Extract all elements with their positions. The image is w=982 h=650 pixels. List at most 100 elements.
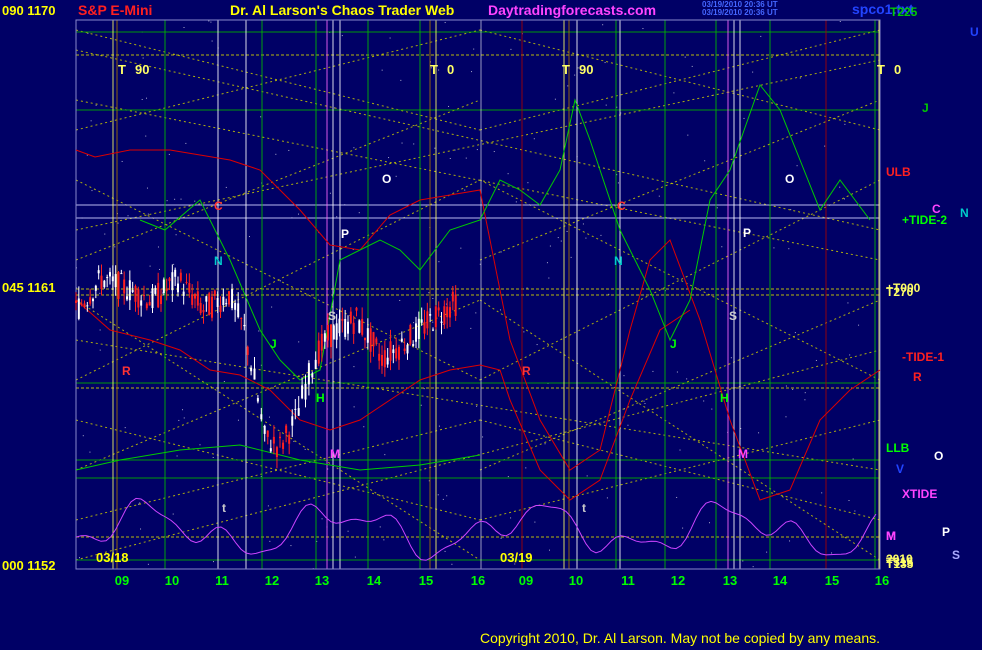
background-dot (557, 237, 559, 239)
background-dot (676, 371, 678, 373)
background-dot (444, 550, 446, 552)
price-bar-body (185, 281, 188, 283)
price-bar-body (213, 290, 216, 296)
hour-tick-label: 16 (875, 573, 889, 588)
right-axis-label: J (922, 101, 929, 115)
chart-letter-marker: R (522, 364, 531, 378)
right-axis-label: LLB (886, 441, 910, 455)
background-dot (173, 263, 175, 265)
chart-letter-marker: C (617, 199, 626, 213)
price-bar-body (80, 303, 83, 305)
background-dot (804, 399, 806, 401)
background-dot (172, 513, 174, 515)
price-bar-body (83, 303, 86, 307)
background-dot (687, 134, 689, 136)
background-dot (554, 98, 556, 100)
chart-letter-marker: C (214, 199, 223, 213)
background-dot (400, 79, 402, 81)
background-dot (831, 552, 833, 554)
time-marker-value: 90 (579, 62, 593, 77)
price-bar-body (151, 288, 154, 309)
background-dot (606, 497, 608, 499)
background-dot (139, 502, 141, 504)
background-dot (437, 494, 439, 496)
price-bar-body (260, 414, 263, 420)
background-dot (499, 309, 501, 311)
right-axis-label: T135 (886, 557, 914, 571)
background-dot (288, 149, 290, 151)
price-bar-body (409, 324, 412, 344)
price-bar-body (148, 302, 151, 306)
time-marker-value: 0 (447, 62, 454, 77)
background-dot (174, 198, 176, 200)
background-dot (353, 406, 355, 408)
copyright-notice: Copyright 2010, Dr. Al Larson. May not b… (480, 630, 881, 646)
background-dot (124, 427, 126, 429)
background-dot (159, 268, 161, 270)
background-dot (684, 56, 686, 58)
time-marker-label: T (430, 62, 438, 77)
price-bar-body (246, 346, 249, 355)
date-stamp-2: 03/19/2010 20:36 UT (702, 8, 778, 17)
background-dot (141, 98, 143, 100)
background-dot (789, 540, 791, 542)
background-dot (743, 117, 745, 119)
hour-tick-label: 15 (419, 573, 433, 588)
right-axis-label: S (952, 548, 960, 562)
background-dot (99, 292, 101, 294)
background-dot (175, 234, 177, 236)
price-bar-body (92, 298, 94, 302)
price-bar-body (106, 277, 109, 279)
background-dot (847, 302, 849, 304)
background-dot (114, 246, 116, 248)
price-bar-body (126, 296, 128, 300)
background-dot (208, 20, 210, 22)
right-axis-label: XTIDE (902, 487, 937, 501)
background-dot (166, 200, 168, 202)
right-axis-label: V (896, 462, 904, 476)
price-bar-body (194, 293, 196, 299)
background-dot (321, 518, 323, 520)
background-dot (358, 212, 360, 214)
chart-title: S&P E-Mini (78, 2, 152, 18)
background-dot (420, 404, 422, 406)
background-dot (785, 385, 787, 387)
price-bar-body (347, 321, 349, 334)
background-dot (140, 528, 142, 530)
price-bar-body (320, 333, 323, 351)
background-dot (760, 35, 762, 37)
price-bar-body (168, 278, 171, 282)
right-axis-label: O (934, 449, 943, 463)
background-dot (304, 448, 306, 450)
background-dot (792, 388, 794, 390)
right-axis-label: U (970, 25, 979, 39)
background-dot (510, 517, 512, 519)
price-bar-body (294, 408, 297, 410)
chart-letter-marker: t (222, 501, 226, 515)
background-dot (566, 230, 568, 232)
price-bar-body (162, 279, 165, 294)
hour-tick-label: 13 (723, 573, 737, 588)
price-bar-body (352, 322, 355, 335)
background-dot (567, 85, 569, 87)
price-bar-body (275, 447, 278, 458)
background-dot (178, 419, 180, 421)
price-bar-body (109, 272, 111, 277)
background-dot (473, 48, 475, 50)
background-dot (585, 237, 587, 239)
background-dot (848, 499, 850, 501)
background-dot (225, 186, 227, 188)
background-dot (679, 449, 681, 451)
price-axis-label-bottom: 000 1152 (2, 558, 56, 573)
price-bar-body (114, 274, 117, 288)
price-bar-body (237, 303, 240, 318)
background-dot (212, 561, 214, 563)
price-bar-body (378, 353, 381, 361)
background-dot (248, 236, 250, 238)
background-dot (353, 147, 355, 149)
price-bar-body (423, 321, 426, 334)
background-dot (682, 527, 684, 529)
hour-tick-label: 14 (367, 573, 382, 588)
price-bar-body (440, 321, 443, 323)
background-dot (237, 419, 239, 421)
